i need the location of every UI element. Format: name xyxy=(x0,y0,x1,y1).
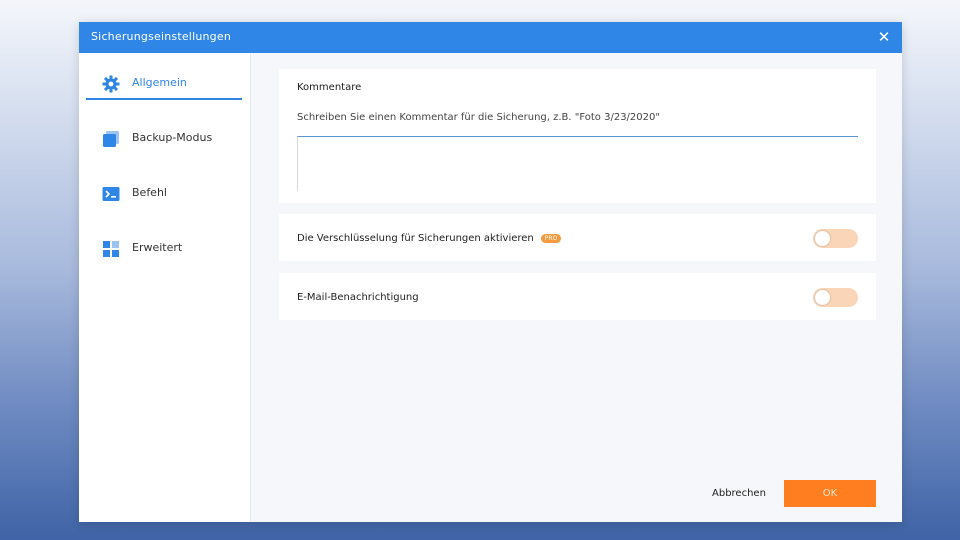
sidebar-item-command[interactable]: Befehl xyxy=(86,176,242,210)
sidebar-item-general[interactable]: Allgemein xyxy=(86,66,242,100)
dialog-titlebar: Sicherungseinstellungen ✕ xyxy=(79,22,902,53)
comment-heading: Kommentare xyxy=(297,82,362,93)
terminal-icon xyxy=(102,187,120,201)
encryption-label-text: Die Verschlüsselung für Sicherungen akti… xyxy=(297,233,534,244)
email-label: E-Mail-Benachrichtigung xyxy=(297,292,419,303)
gear-icon xyxy=(102,75,120,93)
toggle-knob xyxy=(815,231,830,246)
email-toggle[interactable] xyxy=(813,288,858,307)
pro-badge: PRO xyxy=(540,234,562,243)
ok-button[interactable]: OK xyxy=(784,480,876,507)
sidebar-item-label: Backup-Modus xyxy=(132,131,213,144)
toggle-knob xyxy=(815,290,830,305)
backup-mode-icon xyxy=(103,131,119,147)
encryption-toggle[interactable] xyxy=(813,229,858,248)
comment-card: Kommentare Schreiben Sie einen Kommentar… xyxy=(279,69,876,203)
encryption-label: Die Verschlüsselung für Sicherungen akti… xyxy=(297,233,562,244)
sidebar-item-backup-mode[interactable]: Backup-Modus xyxy=(86,121,242,155)
sidebar-item-label: Allgemein xyxy=(132,76,187,89)
comment-hint: Schreiben Sie einen Kommentar für die Si… xyxy=(297,112,660,123)
comment-input[interactable] xyxy=(297,136,858,191)
encryption-card: Die Verschlüsselung für Sicherungen akti… xyxy=(279,214,876,261)
email-card: E-Mail-Benachrichtigung xyxy=(279,273,876,320)
grid-icon xyxy=(103,241,119,257)
dialog-title: Sicherungseinstellungen xyxy=(91,30,231,43)
sidebar-item-label: Befehl xyxy=(132,186,167,199)
close-icon[interactable]: ✕ xyxy=(874,27,894,47)
backup-settings-dialog: Sicherungseinstellungen ✕ Allgemein Back… xyxy=(79,22,902,522)
sidebar-item-label: Erweitert xyxy=(132,241,183,254)
settings-sidebar: Allgemein Backup-Modus Befehl Erweitert xyxy=(79,53,251,522)
cancel-button[interactable]: Abbrechen xyxy=(712,488,766,499)
sidebar-item-advanced[interactable]: Erweitert xyxy=(86,231,242,265)
